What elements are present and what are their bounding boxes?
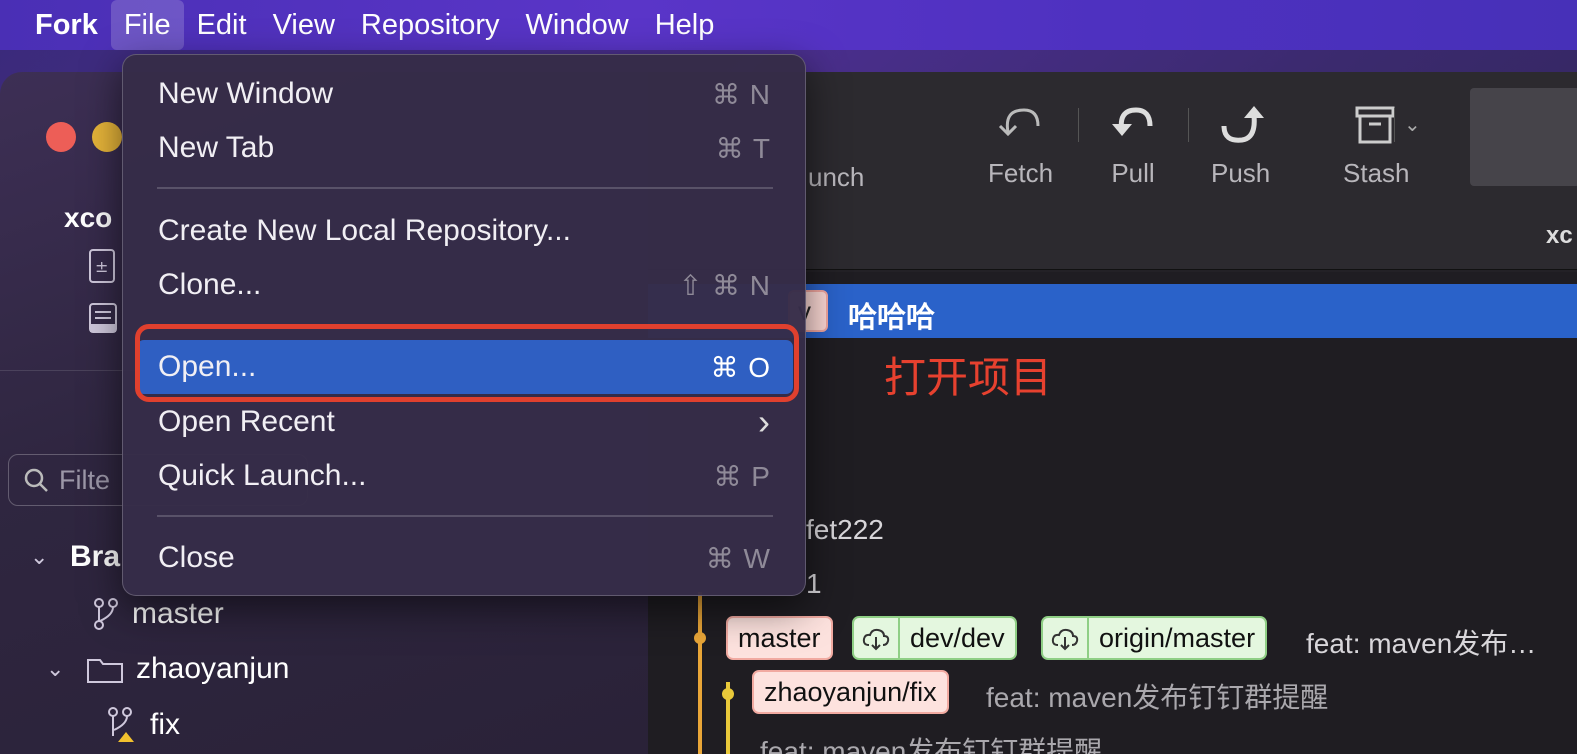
branches-header-label: Bra: [70, 540, 121, 573]
graph-line: [698, 592, 702, 754]
menu-item-clone[interactable]: Clone... ⇧ ⌘ N: [137, 258, 793, 312]
commit-message-master[interactable]: feat: maven发布…: [1306, 622, 1536, 662]
all-commits-icon[interactable]: [86, 300, 120, 336]
menu-separator: [157, 187, 773, 189]
menu-help[interactable]: Help: [642, 0, 728, 50]
menu-item-label: Quick Launch...: [158, 459, 367, 492]
quick-launch-label-partial[interactable]: unch: [808, 162, 864, 193]
tag-origin-label: origin/master: [1099, 622, 1256, 653]
folder-icon: [87, 659, 123, 683]
menu-separator: [157, 515, 773, 517]
shortcut-label: ⌘ W: [705, 542, 771, 574]
commit-message-fix[interactable]: feat: maven发布钉钉群提醒: [986, 676, 1328, 716]
filter-placeholder: Filte: [59, 464, 111, 495]
stash-icon: [1355, 106, 1395, 144]
menu-item-label: Clone...: [158, 268, 262, 301]
toolbar-panel-box[interactable]: [1470, 88, 1577, 186]
repo-name: xco: [64, 202, 113, 233]
graph-dot: [722, 688, 734, 700]
menu-repository[interactable]: Repository: [348, 0, 513, 50]
folder-zhaoyanjun[interactable]: ⌄ zhaoyanjun: [46, 652, 289, 686]
commit-message: 哈哈哈: [848, 302, 936, 334]
pull-button[interactable]: Pull: [1106, 102, 1160, 189]
tag-dev-label: dev/dev: [910, 622, 1005, 653]
annotation-highlight-box: [135, 324, 799, 402]
graph-dot: [694, 632, 706, 644]
minimize-window-button[interactable]: [92, 122, 122, 152]
macos-menu-bar: Fork File Edit View Repository Window He…: [0, 0, 1577, 50]
branch-warning-icon: [108, 707, 134, 742]
menu-item-open-recent[interactable]: Open Recent ›: [137, 395, 793, 449]
toolbar-separator: [1078, 108, 1079, 142]
shortcut-label: ⌘ T: [715, 132, 771, 164]
menu-item-close[interactable]: Close ⌘ W: [137, 531, 793, 585]
fetch-button[interactable]: Fetch: [988, 102, 1053, 189]
local-changes-icon[interactable]: ±: [86, 248, 120, 284]
menu-item-label: New Tab: [158, 131, 275, 164]
pull-icon: [1112, 107, 1153, 136]
commit-message-last[interactable]: feat: maven发布钉钉群提醒: [760, 730, 1102, 754]
tag-dev-remote[interactable]: dev/dev: [852, 616, 1017, 660]
chevron-down-icon: ⌄: [30, 544, 49, 569]
menu-item-label: Create New Local Repository...: [158, 214, 571, 247]
traffic-lights: [46, 122, 122, 152]
branches-section-header[interactable]: ⌄ Bra: [30, 540, 120, 574]
search-icon: [24, 468, 48, 492]
cloud-icon: [854, 618, 900, 658]
commit-row-fet[interactable]: fet222: [806, 514, 884, 546]
shortcut-label: ⌘ P: [713, 460, 771, 492]
tag-master[interactable]: master: [726, 616, 833, 660]
fetch-icon: [998, 108, 1040, 137]
toolbar-separator: [1188, 108, 1189, 142]
menu-file[interactable]: File: [110, 0, 184, 50]
commit-row-one[interactable]: 1: [806, 568, 822, 600]
push-label: Push: [1211, 158, 1271, 188]
cloud-icon: [1043, 618, 1089, 658]
branch-master-label: master: [132, 597, 224, 630]
annotation-text: 打开项目: [884, 354, 1053, 401]
menu-item-label: Open Recent: [158, 405, 335, 438]
branch-icon: [94, 598, 118, 630]
menu-view[interactable]: View: [260, 0, 348, 50]
push-button[interactable]: Push: [1211, 102, 1270, 189]
stash-button[interactable]: Stash: [1343, 102, 1410, 189]
menu-item-quick-launch[interactable]: Quick Launch... ⌘ P: [137, 449, 793, 503]
toolbar-separator: [1394, 108, 1395, 142]
menu-window[interactable]: Window: [513, 0, 642, 50]
fetch-label: Fetch: [988, 158, 1054, 188]
push-icon: [1221, 106, 1264, 143]
menu-fork[interactable]: Fork: [22, 0, 111, 50]
branch-fix-label: fix: [150, 708, 180, 741]
menu-item-new-tab[interactable]: New Tab ⌘ T: [137, 121, 793, 175]
close-window-button[interactable]: [46, 122, 76, 152]
menu-item-new-window[interactable]: New Window ⌘ N: [137, 67, 793, 121]
folder-label: zhaoyanjun: [136, 652, 290, 685]
pull-label: Pull: [1111, 158, 1155, 188]
menu-item-label: Close: [158, 541, 235, 574]
branch-master[interactable]: master: [92, 597, 224, 631]
tag-zhaoyanjun-fix[interactable]: zhaoyanjun/fix: [752, 670, 949, 714]
repo-title-partial: xc: [1546, 222, 1573, 249]
stash-label: Stash: [1343, 158, 1410, 188]
chevron-right-icon: ›: [758, 401, 771, 442]
tag-origin-master[interactable]: origin/master: [1041, 616, 1268, 660]
svg-text:±: ±: [95, 257, 108, 276]
stash-dropdown-chevron-icon[interactable]: ⌄: [1404, 112, 1421, 137]
shortcut-label: ⇧ ⌘ N: [678, 269, 771, 301]
menu-item-label: New Window: [158, 77, 334, 110]
menu-item-create-local-repository[interactable]: Create New Local Repository...: [137, 204, 793, 258]
chevron-down-icon: ⌄: [46, 656, 65, 681]
menu-edit[interactable]: Edit: [184, 0, 260, 50]
shortcut-label: ⌘ N: [712, 78, 771, 110]
branch-fix[interactable]: fix: [106, 706, 180, 744]
